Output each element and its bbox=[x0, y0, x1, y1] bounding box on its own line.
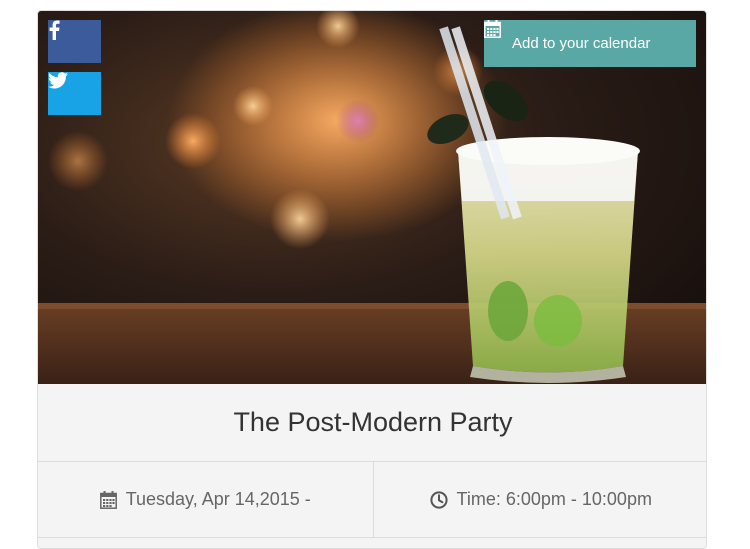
event-card: Add to your calendar The Post-Modern Par… bbox=[37, 10, 707, 549]
event-time-text: Time: 6:00pm - 10:00pm bbox=[456, 489, 652, 509]
event-info-row: Tuesday, Apr 14,2015 - Time: 6:00pm - 10… bbox=[38, 462, 707, 538]
event-title-row: The Post-Modern Party bbox=[38, 384, 706, 462]
event-title: The Post-Modern Party bbox=[233, 407, 513, 437]
facebook-share-button[interactable] bbox=[48, 20, 101, 63]
add-to-calendar-button[interactable]: Add to your calendar bbox=[484, 20, 696, 67]
clock-icon bbox=[429, 490, 448, 509]
calendar-icon bbox=[99, 490, 117, 509]
event-date: Tuesday, Apr 14,2015 - bbox=[38, 462, 373, 537]
add-to-calendar-label: Add to your calendar bbox=[512, 35, 651, 52]
event-time: Time: 6:00pm - 10:00pm bbox=[372, 462, 707, 537]
event-date-text: Tuesday, Apr 14,2015 - bbox=[125, 489, 311, 509]
event-hero-image: Add to your calendar bbox=[38, 11, 706, 384]
twitter-share-button[interactable] bbox=[48, 72, 101, 115]
